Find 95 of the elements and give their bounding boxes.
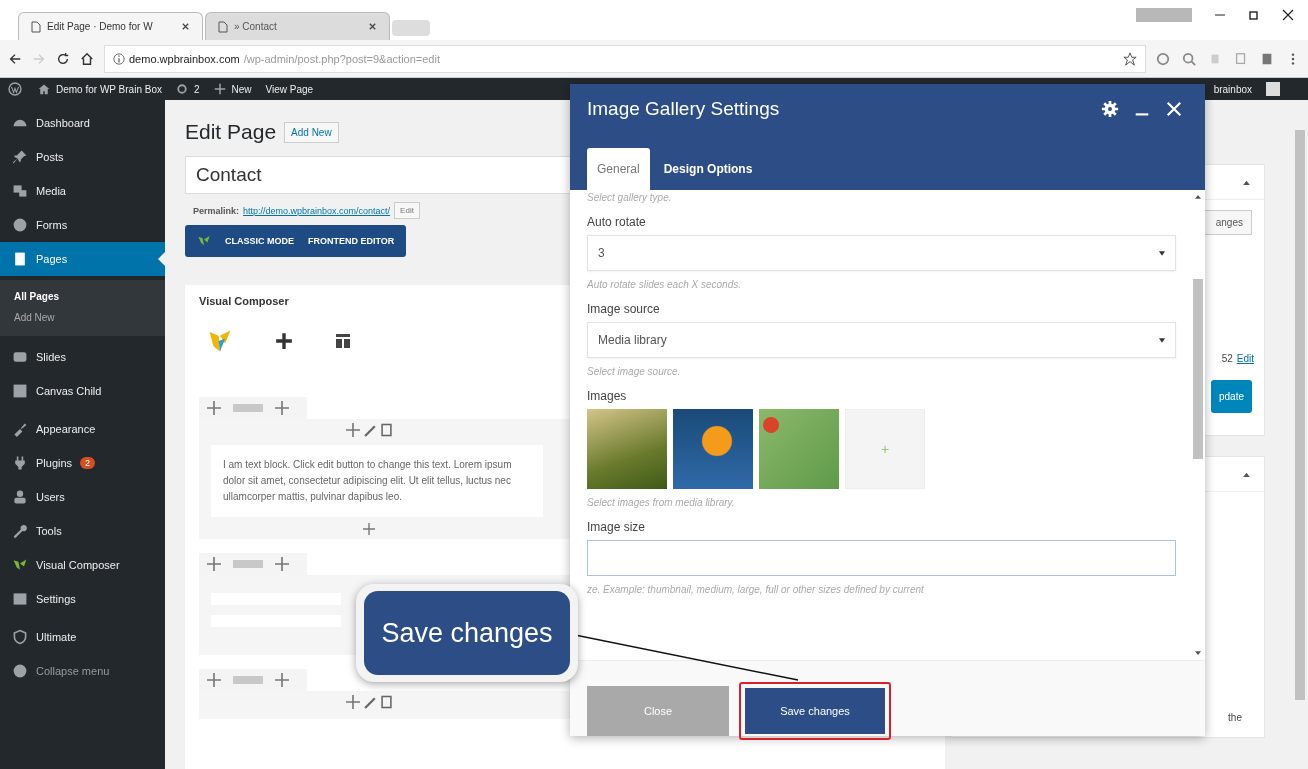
trash-icon[interactable]: [381, 695, 392, 709]
address-field[interactable]: demo.wpbrainbox.com /wp-admin/post.php?post=9&action=edit: [104, 44, 1146, 73]
sidebar-item[interactable]: Ultimate: [0, 620, 165, 654]
scroll-down-icon[interactable]: [1195, 651, 1201, 656]
sidebar-item[interactable]: Slides: [0, 340, 165, 374]
update-button[interactable]: pdate: [1210, 380, 1252, 413]
plus-icon[interactable]: [275, 332, 293, 350]
restore-icon[interactable]: [1248, 9, 1260, 21]
sidebar-item[interactable]: Visual Composer: [0, 548, 165, 582]
pages-icon: [12, 251, 28, 267]
publish-date: 52: [1221, 353, 1233, 364]
text-block[interactable]: I am text block. Click edit button to change this text. Lorem ipsum dolor sit amet, consectetur adipiscing elit. Ut elit tellus, luctus nec ullamcorper mattis, pulvinar dapibus leo.: [211, 445, 543, 517]
field-hint: Select images from media library.: [587, 497, 736, 508]
field-hint: Auto rotate slides each X seconds.: [587, 279, 742, 290]
close-icon[interactable]: [1282, 9, 1294, 21]
page-icon: [218, 20, 228, 33]
close-icon[interactable]: [368, 22, 377, 31]
plus-icon: [213, 83, 226, 95]
panel-text: the: [1228, 712, 1242, 723]
close-icon[interactable]: [181, 22, 190, 31]
dialog-tab[interactable]: General: [587, 148, 650, 190]
panel-title: Visual Composer: [199, 295, 290, 307]
sidebar-item[interactable]: Plugins 2: [0, 446, 165, 480]
sidebar-item[interactable]: Canvas Child: [0, 374, 165, 408]
sidebar-item[interactable]: Appearance: [0, 412, 165, 446]
submenu-item[interactable]: Add New: [0, 307, 165, 328]
dropdown-arrow-icon: [1159, 337, 1165, 343]
permalink-label: Permalink:: [193, 205, 240, 216]
profile-badge: [1136, 8, 1192, 22]
back-icon[interactable]: [8, 51, 22, 66]
sidebar-item[interactable]: Tools: [0, 514, 165, 548]
wordpress-logo-icon[interactable]: [8, 82, 22, 96]
dropdown-arrow-icon: [1159, 250, 1165, 256]
submenu-item[interactable]: All Pages: [0, 286, 165, 307]
field-hint: Select image source.: [587, 366, 682, 377]
pushpin-icon: [12, 149, 28, 165]
pencil-icon[interactable]: [364, 695, 377, 709]
site-name-link[interactable]: Demo for WP Brain Box: [56, 83, 162, 95]
add-new-button[interactable]: Add New: [284, 121, 339, 143]
update-count-badge: 2: [80, 457, 96, 469]
text-field[interactable]: [587, 540, 1176, 576]
sidebar-item[interactable]: Users: [0, 480, 165, 514]
layout-icon[interactable]: [335, 333, 351, 349]
select-field[interactable]: Media library: [587, 322, 1176, 358]
page-heading: Edit Page: [185, 120, 277, 144]
page-icon: [31, 20, 41, 33]
home-icon: [38, 83, 50, 95]
user-icon: [12, 489, 28, 505]
trash-icon[interactable]: [381, 423, 392, 437]
save-changes-button[interactable]: Save changes: [745, 688, 885, 734]
sidebar-item[interactable]: Settings: [0, 582, 165, 616]
sidebar-item[interactable]: Pages: [0, 242, 165, 276]
edit-date-link[interactable]: Edit: [1236, 353, 1254, 364]
info-icon: [113, 52, 125, 65]
star-icon[interactable]: [1123, 51, 1137, 66]
permalink-link[interactable]: http://demo.wpbrainbox.com/contact/: [243, 205, 391, 216]
caret-up-icon[interactable]: [1243, 471, 1250, 477]
reload-icon[interactable]: [56, 51, 70, 66]
sidebar-item[interactable]: Media: [0, 174, 165, 208]
sidebar-item[interactable]: Forms: [0, 208, 165, 242]
flower-photo-placeholder[interactable]: [673, 409, 753, 489]
sidebar-item[interactable]: Posts: [0, 140, 165, 174]
field-label: Image source: [587, 302, 661, 316]
field-hint: ze. Example: thumbnail, medium, large, full or other sizes defined by current: [587, 584, 925, 595]
forest-photo-placeholder[interactable]: [587, 409, 667, 489]
browser-tab[interactable]: » Contact: [205, 12, 390, 40]
field-label: Image size: [587, 520, 647, 534]
composer-logo-icon: [197, 234, 211, 248]
plug-icon: [12, 455, 28, 471]
field-label: Images: [587, 389, 628, 403]
callout-label: Save changes: [364, 591, 570, 675]
meadow-photo-placeholder[interactable]: [759, 409, 839, 489]
wrench-icon: [12, 523, 28, 539]
browser-tab[interactable]: Edit Page · Demo for W: [18, 12, 203, 40]
sidebar-item[interactable]: Collapse menu: [0, 654, 165, 688]
select-field[interactable]: 3: [587, 235, 1176, 271]
edit-permalink-button[interactable]: Edit: [394, 202, 420, 219]
field-label: Auto rotate: [587, 215, 647, 229]
dialog-title: Image Gallery Settings: [587, 98, 781, 120]
user-name-link[interactable]: brainbox: [1213, 83, 1252, 95]
updates-count[interactable]: 2: [193, 83, 200, 95]
editor-mode-button[interactable]: FRONTEND EDITOR: [308, 236, 395, 246]
sidebar-item[interactable]: Dashboard: [0, 106, 165, 140]
search-icon[interactable]: [1182, 51, 1196, 66]
pencil-icon[interactable]: [364, 423, 377, 437]
editor-mode-button[interactable]: CLASSIC MODE: [225, 236, 294, 246]
view-page-link[interactable]: View Page: [265, 83, 314, 95]
brush-icon: [12, 421, 28, 437]
updates-icon: [175, 83, 188, 95]
caret-up-icon[interactable]: [1243, 179, 1250, 185]
scroll-up-icon[interactable]: [1195, 194, 1201, 199]
new-link[interactable]: New: [231, 83, 252, 95]
home-icon[interactable]: [80, 51, 94, 66]
field-hint: Select gallery type.: [587, 192, 673, 203]
shield-icon: [12, 629, 28, 645]
